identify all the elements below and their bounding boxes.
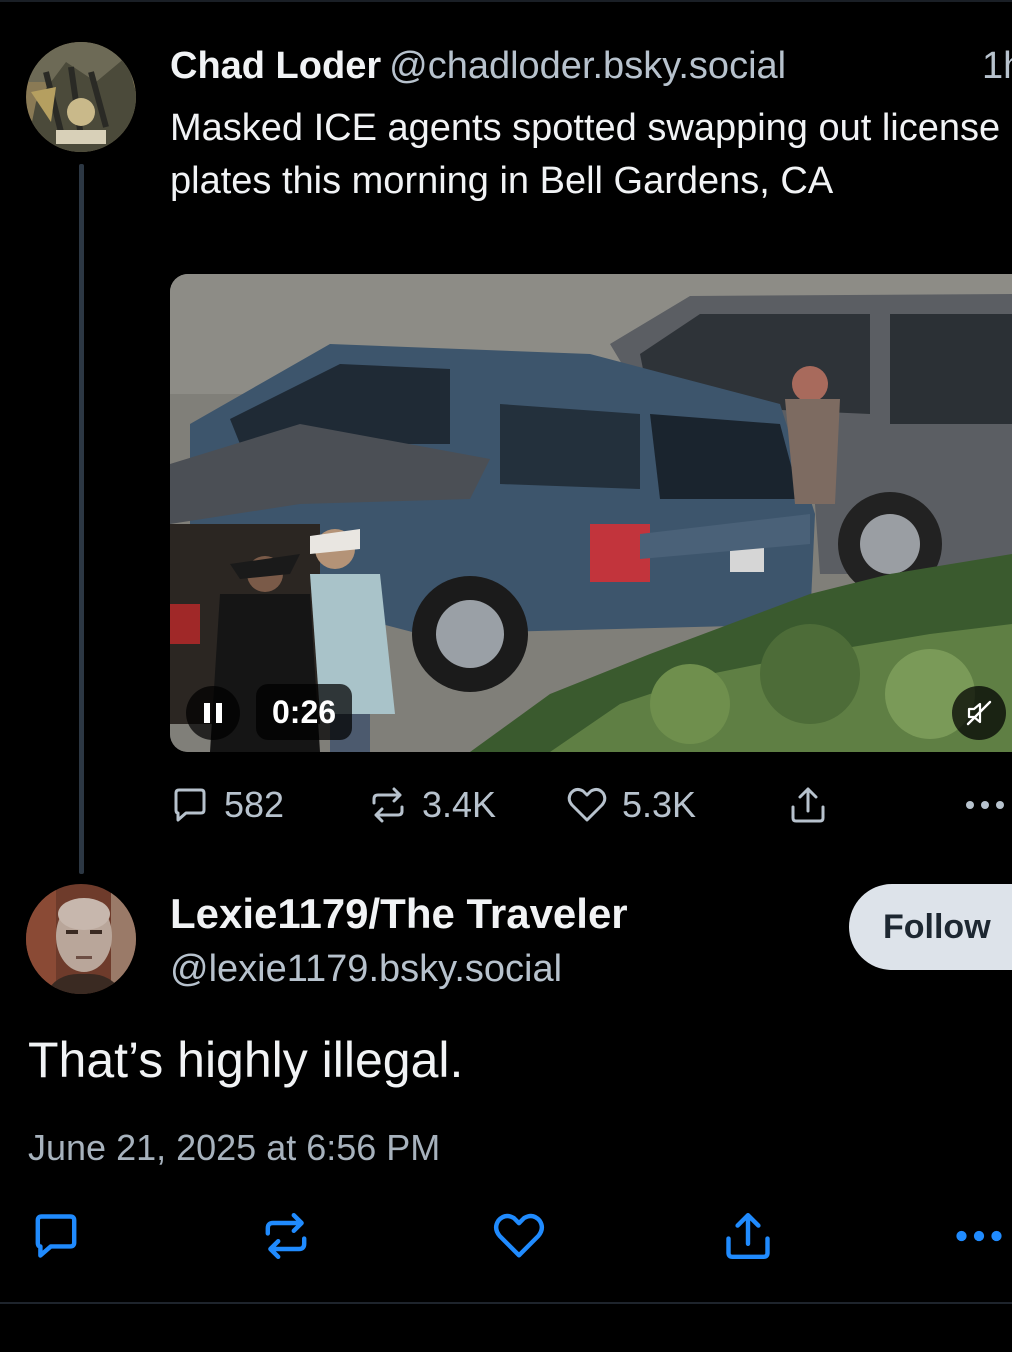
repost-button-large[interactable] — [260, 1206, 312, 1266]
like-icon — [493, 1213, 545, 1258]
repost-icon — [372, 787, 404, 823]
like-count: 5.3K — [622, 784, 697, 825]
reply-post-text: That’s highly illegal. — [28, 1032, 464, 1088]
reply-author-handle[interactable]: @lexie1179.bsky.social — [170, 946, 562, 992]
more-options-button-large[interactable] — [954, 1206, 1004, 1266]
pause-icon — [204, 703, 222, 723]
pause-button[interactable] — [186, 686, 240, 740]
parent-author-handle[interactable]: @chadloder.bsky.social — [389, 45, 786, 87]
thread-connector-line — [79, 164, 84, 874]
repost-button[interactable]: 3.4K — [368, 778, 496, 832]
bottom-divider — [0, 1302, 1012, 1304]
repost-icon — [265, 1212, 307, 1260]
reply-icon — [174, 788, 206, 822]
repost-count: 3.4K — [422, 784, 497, 825]
like-button[interactable]: 5.3K — [566, 778, 696, 832]
reply-author-name[interactable]: Lexie1179/The Traveler — [170, 890, 628, 938]
reply-post-date: June 21, 2025 at 6:56 PM — [28, 1127, 441, 1168]
video-timestamp: 0:26 — [256, 684, 353, 740]
top-divider — [0, 0, 1012, 2]
mute-icon — [966, 700, 992, 726]
more-icon — [956, 1230, 1002, 1242]
video-frame — [170, 274, 1012, 752]
share-icon — [791, 787, 825, 823]
reply-post-actions — [0, 1206, 1012, 1266]
like-button-large[interactable] — [492, 1206, 546, 1266]
reply-count: 582 — [224, 784, 285, 825]
parent-author-avatar[interactable] — [26, 42, 136, 152]
video-player[interactable]: 0:26 — [170, 274, 1012, 752]
like-icon — [567, 787, 607, 822]
more-options-button[interactable] — [964, 778, 1006, 832]
reply-button[interactable]: 582 — [170, 778, 284, 832]
parent-author-name[interactable]: Chad Loder — [170, 45, 381, 87]
parent-post-time[interactable]: 1h — [982, 44, 1012, 88]
share-button-large[interactable] — [722, 1206, 774, 1266]
share-icon — [726, 1212, 770, 1260]
more-icon — [966, 801, 1004, 809]
parent-post-text: Masked ICE agents spotted swapping out l… — [170, 107, 1001, 202]
mute-button[interactable] — [952, 686, 1006, 740]
follow-button[interactable]: Follow — [849, 884, 1012, 970]
share-button[interactable] — [788, 778, 828, 832]
parent-post-header: Chad Loder @chadloder.bsky.social — [170, 44, 786, 88]
reply-icon — [35, 1214, 77, 1258]
reply-button-large[interactable] — [30, 1206, 82, 1266]
reply-author-avatar[interactable] — [26, 884, 136, 994]
parent-post-actions: 582 3.4K 5.3K — [170, 778, 1012, 832]
